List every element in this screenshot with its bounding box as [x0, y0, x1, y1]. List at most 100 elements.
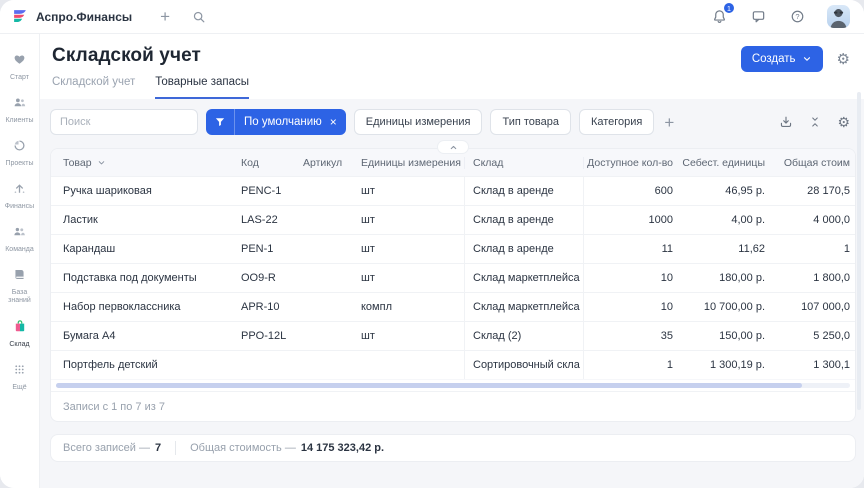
table-cell: Склад (2): [464, 322, 584, 350]
finances-icon: [13, 182, 26, 200]
table-cell: 1: [584, 351, 676, 379]
table-cell: 11: [584, 235, 676, 263]
active-filter-pill[interactable]: По умолчанию ×: [206, 109, 346, 135]
scrollbar-thumb[interactable]: [56, 383, 802, 388]
table-cell: шт: [349, 206, 464, 234]
column-header[interactable]: Общая стоим: [768, 157, 855, 169]
table-cell: шт: [349, 322, 464, 350]
table-cell: 1 800,0: [768, 264, 855, 292]
knowledge-icon: [13, 268, 26, 286]
table-row[interactable]: Подставка под документыOO9-RштСклад марк…: [51, 263, 855, 292]
add-filter-button[interactable]: +: [664, 114, 674, 131]
column-header-label: Артикул: [303, 157, 342, 169]
column-header-label: Единицы измерения: [361, 157, 461, 169]
table-row[interactable]: КарандашPEN-1штСклад в аренде1111,621: [51, 234, 855, 263]
filter-bar: По умолчанию × Единицы измерения Тип това…: [50, 109, 856, 135]
table-row[interactable]: Бумага А4PPO-12LштСклад (2)35150,00 р.5 …: [51, 321, 855, 350]
page-settings-gear-icon[interactable]: ⚙: [837, 52, 850, 67]
table-cell: Подставка под документы: [51, 264, 229, 292]
table-cell: Склад маркетплейса: [464, 264, 584, 292]
help-icon[interactable]: ?: [788, 7, 807, 26]
horizontal-scrollbar[interactable]: [51, 379, 855, 391]
table-cell: [349, 351, 464, 379]
table-cell: [291, 322, 349, 350]
sidebar-item-heart[interactable]: Старт: [0, 46, 39, 89]
table-settings-gear-icon[interactable]: ⚙: [837, 115, 850, 129]
warehouse-icon: [13, 319, 27, 338]
sidebar-item-label: Финансы: [5, 203, 34, 211]
table-row[interactable]: ЛастикLAS-22штСклад в аренде10004,00 р.4…: [51, 205, 855, 234]
table-cell: [291, 293, 349, 321]
table-cell: 10: [584, 264, 676, 292]
remove-filter-icon[interactable]: ×: [328, 115, 346, 129]
filter-chip[interactable]: Категория: [579, 109, 654, 135]
sidebar-item-projects[interactable]: Проекты: [0, 132, 39, 175]
column-header[interactable]: Склад: [464, 157, 584, 169]
column-header[interactable]: Себест. единицы: [676, 157, 768, 169]
table-cell: 46,95 р.: [676, 177, 768, 205]
sidebar-item-more[interactable]: Ещё: [0, 356, 39, 399]
table-cell: PENC-1: [229, 177, 291, 205]
download-icon[interactable]: [779, 115, 793, 129]
collapse-rows-icon[interactable]: [809, 116, 821, 128]
table-cell: [291, 351, 349, 379]
content: По умолчанию × Единицы измерения Тип това…: [40, 99, 864, 488]
table-cell: шт: [349, 177, 464, 205]
sidebar-item-warehouse[interactable]: Склад: [0, 312, 39, 356]
page-title: Складской учет: [52, 45, 850, 67]
tab-0[interactable]: Складской учет: [52, 76, 135, 99]
filter-chip[interactable]: Единицы измерения: [354, 109, 483, 135]
column-header-label: Доступное кол-во: [587, 157, 673, 169]
column-header[interactable]: Артикул: [291, 157, 349, 169]
add-tab-button[interactable]: +: [158, 6, 172, 27]
column-header[interactable]: Код: [229, 157, 291, 169]
column-header[interactable]: Единицы измерения: [349, 157, 464, 169]
sidebar-item-knowledge[interactable]: База знаний: [0, 261, 39, 312]
table-row[interactable]: Набор первоклассникаAPR-10комплСклад мар…: [51, 292, 855, 321]
table-cell: 600: [584, 177, 676, 205]
notifications-bell-icon[interactable]: 1: [710, 7, 729, 26]
table-cell: Бумага А4: [51, 322, 229, 350]
table-cell: Ластик: [51, 206, 229, 234]
table-row[interactable]: Ручка шариковаяPENC-1штСклад в аренде600…: [51, 176, 855, 205]
table-cell: Ручка шариковая: [51, 177, 229, 205]
table-cell: Склад в аренде: [464, 235, 584, 263]
sidebar-item-label: Склад: [9, 341, 29, 349]
user-avatar[interactable]: [827, 5, 850, 28]
table-cell: 1 300,19 р.: [676, 351, 768, 379]
table-cell: [291, 264, 349, 292]
heart-icon: [13, 53, 26, 71]
active-filter-label: По умолчанию: [235, 116, 328, 128]
projects-icon: [13, 139, 26, 157]
table-cell: 28 170,5: [768, 177, 855, 205]
tab-1[interactable]: Товарные запасы: [155, 76, 249, 99]
chat-icon[interactable]: [749, 7, 768, 26]
sidebar-item-label: Ещё: [12, 384, 26, 392]
table-cell: 1 300,1: [768, 351, 855, 379]
table-cell: 4 000,0: [768, 206, 855, 234]
vertical-scrollbar[interactable]: [857, 92, 861, 410]
column-header-label: Себест. единицы: [682, 157, 765, 169]
table-cell: 1: [768, 235, 855, 263]
sidebar-item-clients[interactable]: Клиенты: [0, 89, 39, 132]
column-header[interactable]: Доступное кол-во: [584, 157, 676, 169]
table-cell: Сортировочный скла: [464, 351, 584, 379]
column-header[interactable]: Товар: [51, 157, 229, 169]
sidebar-item-label: Старт: [10, 74, 29, 82]
page-header: Складской учет Складской учет Товарные за…: [40, 34, 864, 99]
table-cell: [291, 206, 349, 234]
sidebar-item-team[interactable]: Команда: [0, 218, 39, 261]
column-header-label: Код: [241, 157, 259, 169]
search-icon[interactable]: [190, 8, 208, 26]
table-cell: 11,62: [676, 235, 768, 263]
sidebar-item-finances[interactable]: Финансы: [0, 175, 39, 218]
create-button[interactable]: Создать: [741, 46, 823, 72]
collapse-table-button[interactable]: [437, 140, 469, 154]
sidebar-item-label: Клиенты: [5, 117, 33, 125]
table-cell: APR-10: [229, 293, 291, 321]
search-input[interactable]: [50, 109, 198, 135]
table-cell: 10: [584, 293, 676, 321]
filter-chip[interactable]: Тип товара: [490, 109, 571, 135]
table-row[interactable]: Портфель детскийСортировочный скла11 300…: [51, 350, 855, 379]
inventory-table: Товар Код Артикул Единицы измеренияСкладДос…: [50, 148, 856, 422]
